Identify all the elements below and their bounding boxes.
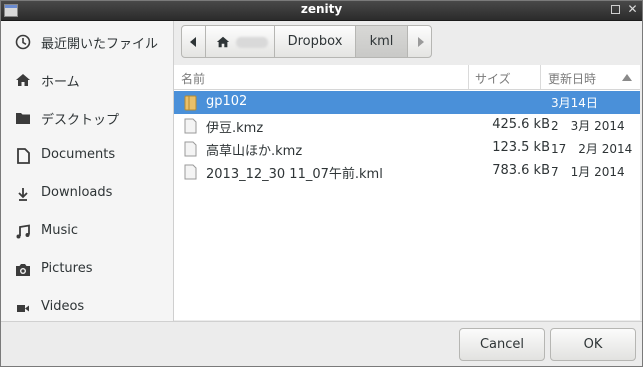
document-icon bbox=[17, 148, 30, 164]
sidebar-item-music[interactable]: Music bbox=[1, 217, 173, 247]
arrow-left-icon bbox=[189, 37, 196, 47]
redacted-username bbox=[236, 37, 268, 48]
title-bar: zenity ✕ bbox=[0, 0, 643, 21]
path-scroll-right-button[interactable] bbox=[407, 25, 432, 58]
music-icon bbox=[16, 224, 30, 239]
ok-button[interactable]: OK bbox=[550, 328, 636, 361]
path-home-button[interactable] bbox=[205, 25, 275, 58]
sidebar-item-home[interactable]: ホーム bbox=[1, 65, 173, 95]
download-icon bbox=[18, 188, 28, 201]
file-row-izu[interactable]: 伊豆.kmz 425.6 kB 2 3月 2014 bbox=[174, 114, 640, 137]
column-divider bbox=[468, 65, 469, 89]
file-name: gp102 bbox=[206, 94, 248, 109]
sidebar-item-label: Videos bbox=[41, 299, 85, 314]
home-icon bbox=[216, 36, 230, 48]
file-date: 17 2月 2014 bbox=[551, 142, 633, 156]
column-size-header[interactable]: サイズ bbox=[475, 70, 511, 87]
path-segment-kml[interactable]: kml bbox=[355, 25, 408, 58]
file-icon bbox=[184, 164, 197, 180]
column-modified-header[interactable]: 更新日時 bbox=[548, 70, 596, 87]
sidebar-item-desktop[interactable]: デスクトップ bbox=[1, 103, 173, 133]
column-divider bbox=[540, 65, 541, 89]
video-icon bbox=[17, 305, 29, 312]
sidebar-item-label: 最近開いたファイル bbox=[41, 37, 159, 52]
home-icon bbox=[16, 74, 30, 86]
sidebar-item-label: デスクトップ bbox=[41, 113, 120, 128]
close-icon: ✕ bbox=[627, 2, 638, 16]
close-button[interactable]: ✕ bbox=[627, 2, 638, 16]
file-icon bbox=[184, 141, 197, 157]
window-title: zenity bbox=[300, 2, 343, 16]
places-sidebar: 最近開いたファイル ホーム デスクトップ Documents Downloads… bbox=[1, 21, 174, 321]
file-row-gp102[interactable]: gp102 3月14日 bbox=[174, 91, 640, 114]
sidebar-item-recent[interactable]: 最近開いたファイル bbox=[1, 27, 173, 57]
clock-icon bbox=[15, 34, 31, 50]
file-name: 伊豆.kmz bbox=[206, 121, 264, 136]
sidebar-item-pictures[interactable]: Pictures bbox=[1, 255, 173, 285]
file-name: 高草山ほか.kmz bbox=[206, 144, 303, 159]
file-size: 123.5 kB bbox=[492, 140, 550, 155]
folder-icon bbox=[16, 113, 30, 124]
camera-icon bbox=[16, 264, 30, 276]
restore-button[interactable] bbox=[610, 4, 621, 15]
file-icon bbox=[184, 118, 197, 134]
file-row-2013-kml[interactable]: 2013_12_30 11_07午前.kml 783.6 kB 7 1月 201… bbox=[174, 160, 640, 183]
cancel-button[interactable]: Cancel bbox=[459, 328, 545, 361]
file-date: 3月14日 bbox=[551, 96, 598, 110]
file-size: 783.6 kB bbox=[492, 163, 550, 178]
path-bar: Dropbox kml bbox=[181, 25, 433, 58]
sidebar-item-label: ホーム bbox=[41, 75, 80, 90]
file-row-takakusayama[interactable]: 高草山ほか.kmz 123.5 kB 17 2月 2014 bbox=[174, 137, 640, 160]
folder-icon bbox=[184, 95, 197, 111]
sidebar-item-label: Pictures bbox=[41, 261, 93, 276]
arrow-right-icon bbox=[417, 37, 424, 47]
sidebar-item-label: Music bbox=[41, 223, 78, 238]
column-name-header[interactable]: 名前 bbox=[181, 70, 205, 87]
file-size: 425.6 kB bbox=[492, 117, 550, 132]
sidebar-item-videos[interactable]: Videos bbox=[1, 293, 173, 323]
sidebar-item-documents[interactable]: Documents bbox=[1, 141, 173, 171]
dialog-button-bar: Cancel OK bbox=[1, 321, 642, 367]
file-date: 7 1月 2014 bbox=[551, 165, 625, 179]
restore-icon bbox=[611, 5, 620, 14]
file-list-header: 名前 サイズ 更新日時 bbox=[174, 65, 640, 90]
path-scroll-left-button[interactable] bbox=[181, 25, 206, 58]
sidebar-item-downloads[interactable]: Downloads bbox=[1, 179, 173, 209]
path-segment-dropbox[interactable]: Dropbox bbox=[274, 25, 356, 58]
sort-ascending-icon bbox=[622, 74, 632, 81]
sidebar-item-label: Downloads bbox=[41, 185, 113, 200]
file-list: 名前 サイズ 更新日時 gp102 3月14日 伊豆.kmz 425.6 kB … bbox=[174, 65, 640, 320]
file-name: 2013_12_30 11_07午前.kml bbox=[206, 167, 383, 182]
file-date: 2 3月 2014 bbox=[551, 119, 625, 133]
sidebar-item-label: Documents bbox=[41, 147, 116, 162]
